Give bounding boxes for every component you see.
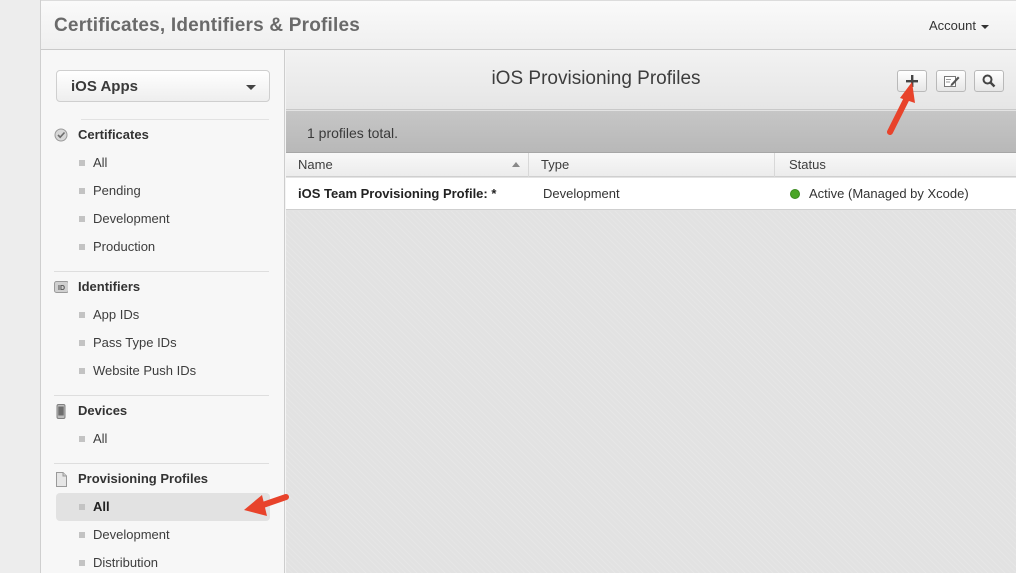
sidebar-item-label: Development <box>93 211 170 226</box>
bullet <box>79 368 85 374</box>
sidebar-item-label: All <box>93 499 110 514</box>
sidebar-section-header: ID Identifiers <box>41 273 285 301</box>
sidebar-section-identifiers: ID Identifiers App IDs Pass Type IDs Web… <box>41 273 285 385</box>
bullet <box>79 188 85 194</box>
sidebar-item-certificates-production[interactable]: Production <box>41 233 285 261</box>
section-title: Certificates <box>78 127 149 142</box>
sidebar-item-label: Development <box>93 527 170 542</box>
sidebar-section-certificates: Certificates All Pending Development Pro… <box>41 121 285 261</box>
document-icon <box>56 472 67 487</box>
platform-dropdown[interactable]: iOS Apps <box>56 70 270 102</box>
top-bar: Certificates, Identifiers & Profiles Acc… <box>41 0 1016 50</box>
platform-selected-value: iOS Apps <box>71 78 138 95</box>
divider <box>81 119 269 120</box>
column-label: Name <box>298 157 333 172</box>
sidebar-item-label: All <box>93 431 108 446</box>
chevron-down-icon <box>981 24 989 29</box>
sort-ascending-icon <box>512 162 520 167</box>
account-menu[interactable]: Account <box>929 18 989 33</box>
sidebar-item-profiles-development[interactable]: Development <box>41 521 285 549</box>
bullet <box>79 160 85 166</box>
add-profile-button[interactable] <box>897 70 927 92</box>
sidebar-item-website-push-ids[interactable]: Website Push IDs <box>41 357 285 385</box>
chevron-down-icon <box>246 85 256 90</box>
svg-text:ID: ID <box>58 285 65 292</box>
bullet <box>79 532 85 538</box>
sidebar-item-app-ids[interactable]: App IDs <box>41 301 285 329</box>
sidebar-section-devices: Devices All <box>41 397 285 453</box>
bullet <box>79 436 85 442</box>
search-icon <box>982 74 996 88</box>
profile-type: Development <box>543 186 620 201</box>
sidebar-item-label: App IDs <box>93 307 140 322</box>
profile-status: Active (Managed by Xcode) <box>790 178 969 210</box>
divider <box>54 271 269 272</box>
sidebar-item-label: All <box>93 155 108 170</box>
sidebar-item-certificates-pending[interactable]: Pending <box>41 177 285 205</box>
bullet <box>79 216 85 222</box>
column-header-name[interactable]: Name <box>286 153 529 177</box>
sidebar-item-label: Distribution <box>93 555 159 570</box>
search-button[interactable] <box>974 70 1004 92</box>
summary-bar: 1 profiles total. <box>286 111 1016 153</box>
sidebar-item-devices-all[interactable]: All <box>41 425 285 453</box>
bullet <box>79 312 85 318</box>
account-label: Account <box>929 18 976 33</box>
divider <box>54 463 269 464</box>
column-header-type[interactable]: Type <box>529 153 775 177</box>
divider <box>54 395 269 396</box>
section-title: Identifiers <box>78 279 141 294</box>
table-row[interactable]: iOS Team Provisioning Profile: * Develop… <box>286 178 1016 210</box>
iphone-icon <box>56 404 66 419</box>
column-label: Status <box>789 157 826 172</box>
profile-name: iOS Team Provisioning Profile: * <box>298 186 497 201</box>
status-active-dot <box>790 189 800 199</box>
sidebar-section-header: Certificates <box>41 121 285 149</box>
status-label: Active (Managed by Xcode) <box>809 186 969 201</box>
sidebar-item-certificates-development[interactable]: Development <box>41 205 285 233</box>
sidebar-item-profiles-distribution[interactable]: Distribution <box>41 549 285 573</box>
app-title: Certificates, Identifiers & Profiles <box>54 15 361 36</box>
sidebar-item-certificates-all[interactable]: All <box>41 149 285 177</box>
sidebar: iOS Apps Certificates All Pending Develo… <box>41 50 285 573</box>
sidebar-item-label: Pass Type IDs <box>93 335 177 350</box>
sidebar-item-label: Website Push IDs <box>93 363 197 378</box>
main-header: iOS Provisioning Profiles <box>286 50 1016 110</box>
bullet <box>79 244 85 250</box>
sidebar-item-pass-type-ids[interactable]: Pass Type IDs <box>41 329 285 357</box>
sidebar-section-header: Provisioning Profiles <box>41 465 285 493</box>
bullet <box>79 560 85 566</box>
certificate-icon <box>54 128 68 142</box>
sidebar-item-label: Pending <box>93 183 141 198</box>
bullet <box>79 504 85 510</box>
plus-icon <box>906 75 918 87</box>
sidebar-item-profiles-all[interactable]: All <box>56 493 270 521</box>
id-badge-icon: ID <box>54 281 68 293</box>
bullet <box>79 340 85 346</box>
column-header-status[interactable]: Status <box>775 153 1016 177</box>
page-title: iOS Provisioning Profiles <box>491 68 701 89</box>
portal-window: Certificates, Identifiers & Profiles Acc… <box>40 0 1016 573</box>
section-title: Provisioning Profiles <box>78 471 209 486</box>
profiles-count: 1 profiles total. <box>307 125 399 141</box>
empty-content-area <box>286 211 1016 573</box>
column-label: Type <box>541 157 570 172</box>
table-header: Name Type Status <box>286 153 1016 177</box>
sidebar-item-label: Production <box>93 239 156 254</box>
edit-icon <box>944 76 960 87</box>
section-title: Devices <box>78 403 128 418</box>
sidebar-section-provisioning-profiles: Provisioning Profiles All Development Di… <box>41 465 285 573</box>
edit-button[interactable] <box>936 70 966 92</box>
main-panel: iOS Provisioning Profiles 1 profiles tot… <box>286 50 1016 573</box>
sidebar-section-header: Devices <box>41 397 285 425</box>
